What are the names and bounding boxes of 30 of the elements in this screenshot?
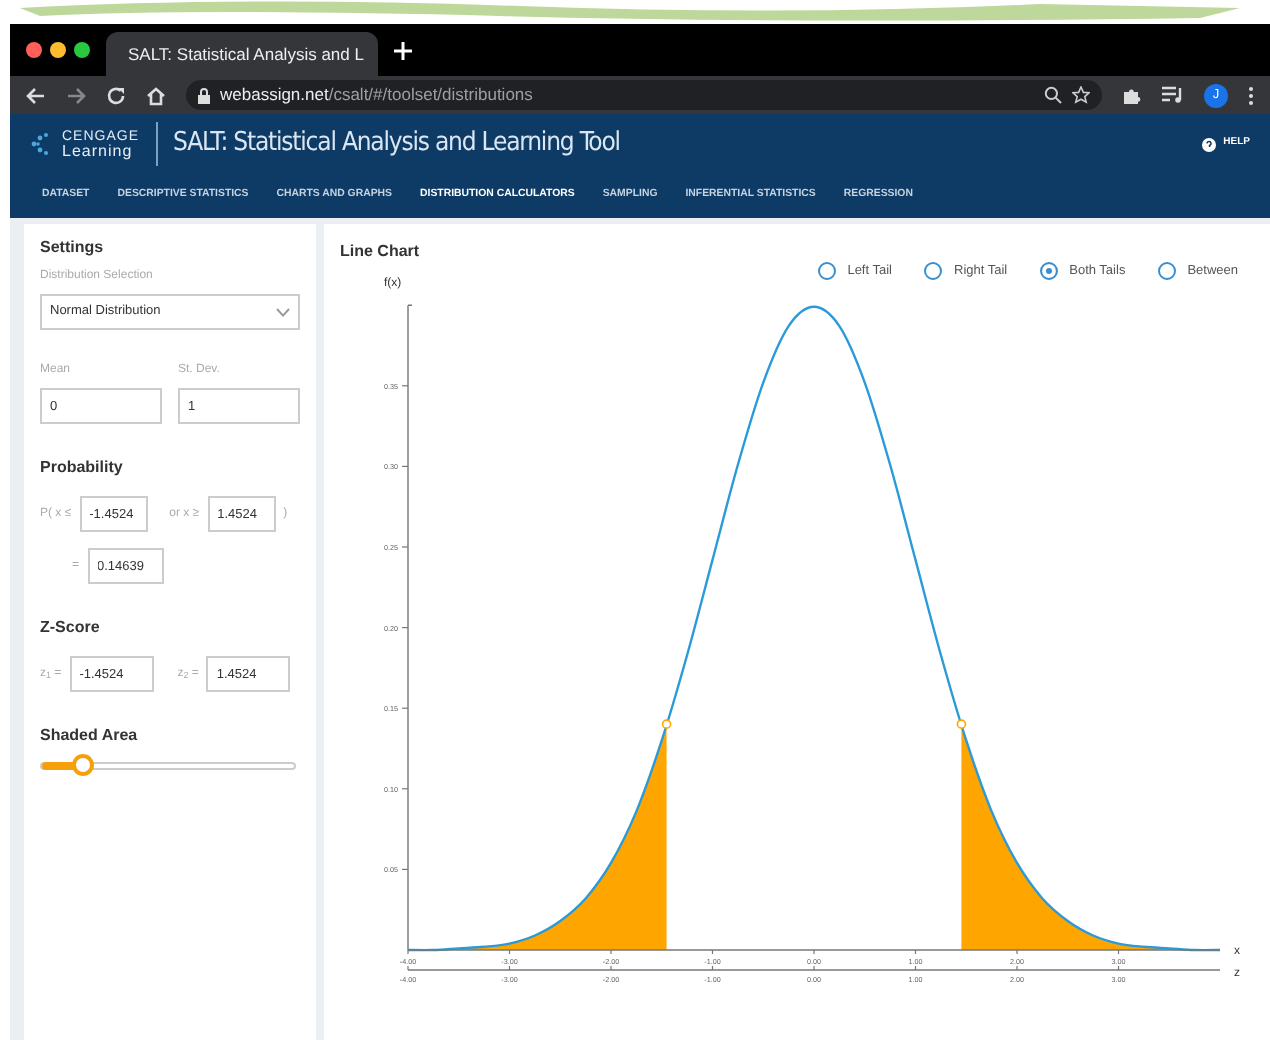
new-tab-icon[interactable] [394, 41, 412, 59]
chevron-down-icon [276, 307, 290, 317]
logo-text: Learning [62, 143, 135, 159]
radio-button[interactable] [1157, 262, 1176, 281]
help-icon [1201, 137, 1216, 151]
logo-icon [30, 132, 54, 156]
slider-thumb[interactable] [72, 754, 95, 776]
radio-button[interactable] [924, 262, 942, 281]
section-heading: Probability [40, 456, 125, 480]
radio-button[interactable] [1039, 262, 1058, 281]
app-title: SALT: Statistical Analysis and Learning Tool [173, 126, 622, 163]
section-heading: Settings [40, 236, 106, 260]
back-icon[interactable] [26, 85, 46, 105]
puzzle-icon[interactable] [1122, 85, 1142, 105]
lock-icon [198, 87, 210, 103]
search-icon[interactable] [1044, 86, 1062, 104]
address-bar[interactable]: webassign.net/csalt/#/toolset/distributions [186, 80, 1102, 110]
radio-button[interactable] [817, 262, 836, 281]
home-icon[interactable] [146, 85, 166, 105]
chart-title: Line Chart [340, 240, 422, 264]
url-text: webassign.net/csalt/#/toolset/distributions [220, 82, 535, 108]
reload-icon[interactable] [106, 85, 126, 105]
section-heading: Shaded Area [40, 724, 140, 748]
star-icon[interactable] [1072, 86, 1090, 104]
browser-tab[interactable]: SALT: Statistical Analysis and L [106, 32, 378, 76]
queue-icon[interactable] [1162, 86, 1184, 104]
more-icon[interactable] [1248, 85, 1254, 105]
tab-title: SALT: Statistical Analysis and L [128, 41, 364, 67]
section-heading: Z-Score [40, 616, 102, 640]
forward-icon[interactable] [66, 85, 86, 105]
